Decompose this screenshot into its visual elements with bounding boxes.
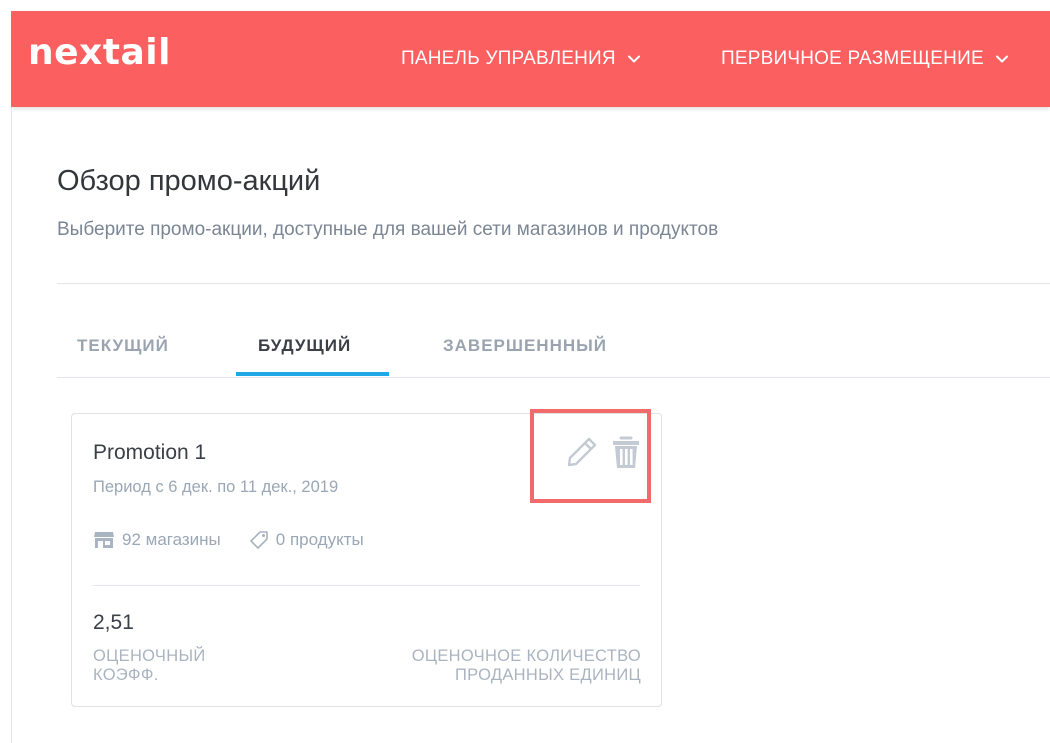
tag-icon: [249, 531, 268, 549]
promo-tabs: ТЕКУЩИЙ БУДУЩИЙ ЗАВЕРШЕНННЫЙ: [57, 328, 1050, 378]
chevron-down-icon: [627, 55, 640, 63]
header-divider: [57, 283, 1050, 284]
estimated-units-sold-label-line1: ОЦЕНОЧНОЕ КОЛИЧЕСТВО: [411, 647, 641, 665]
estimated-units-sold-label: ОЦЕНОЧНОЕ КОЛИЧЕСТВО ПРОДАННЫХ ЕДИНИЦ: [342, 647, 641, 685]
estimated-coefficient-label-line2: КОЭФФ.: [93, 666, 159, 684]
nav-item-initial-allocation-label: ПЕРВИЧНОЕ РАЗМЕЩЕНИЕ: [721, 48, 984, 69]
products-count: 0 продукты: [249, 530, 364, 550]
tab-finished[interactable]: ЗАВЕРШЕНННЫЙ: [443, 328, 607, 378]
estimated-units-sold-label-line2: ПРОДАННЫХ ЕДИНИЦ: [454, 666, 641, 684]
nav-item-initial-allocation[interactable]: ПЕРВИЧНОЕ РАЗМЕЩЕНИЕ: [721, 47, 1010, 71]
estimated-coefficient-label-line1: ОЦЕНОЧНЫЙ: [93, 647, 206, 665]
promotion-meta: 92 магазины 0 продукты: [93, 526, 364, 554]
tabs-divider: [57, 377, 1050, 378]
nav-item-dashboard[interactable]: ПАНЕЛЬ УПРАВЛЕНИЯ: [401, 47, 642, 71]
promotion-name: Promotion 1: [93, 441, 207, 464]
estimated-coefficient-value: 2,51: [93, 611, 134, 634]
top-navigation-bar: nextail ПАНЕЛЬ УПРАВЛЕНИЯ ПЕРВИЧНОЕ РАЗМ…: [11, 11, 1050, 107]
trash-icon[interactable]: [609, 433, 643, 471]
products-count-label: 0 продукты: [275, 530, 364, 549]
pencil-icon[interactable]: [563, 433, 601, 471]
estimated-coefficient-label: ОЦЕНОЧНЫЙ КОЭФФ.: [93, 647, 293, 685]
tab-current[interactable]: ТЕКУЩИЙ: [77, 328, 169, 378]
page-subtitle: Выберите промо-акции, доступные для ваше…: [57, 219, 719, 240]
nextail-logo[interactable]: nextail: [28, 31, 171, 75]
content-border: [11, 107, 12, 743]
active-tab-indicator: [236, 372, 389, 376]
app-window: nextail ПАНЕЛЬ УПРАВЛЕНИЯ ПЕРВИЧНОЕ РАЗМ…: [11, 11, 1050, 743]
stores-count: 92 магазины: [93, 530, 221, 550]
stores-count-label: 92 магазины: [122, 530, 221, 549]
card-divider: [93, 585, 640, 586]
store-icon: [94, 532, 114, 548]
promotion-period: Период с 6 дек. по 11 дек., 2019: [93, 478, 339, 496]
nav-item-dashboard-label: ПАНЕЛЬ УПРАВЛЕНИЯ: [401, 48, 616, 69]
chevron-down-icon: [995, 55, 1008, 63]
tab-future[interactable]: БУДУЩИЙ: [258, 328, 351, 378]
page-title: Обзор промо-акций: [57, 165, 321, 197]
